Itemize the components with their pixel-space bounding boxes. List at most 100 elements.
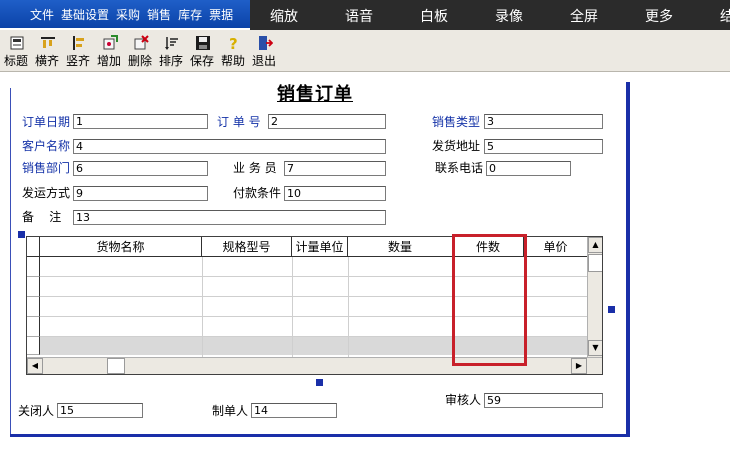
delete-button[interactable]: 删除 bbox=[126, 33, 156, 70]
title-button[interactable]: 标题 bbox=[2, 33, 32, 70]
row-selector[interactable] bbox=[27, 257, 40, 277]
scroll-right-arrow-icon[interactable]: ▶ bbox=[571, 358, 587, 374]
row-selector[interactable] bbox=[27, 317, 40, 337]
ship-address-label[interactable]: 发货地址 bbox=[432, 137, 480, 154]
voice-button[interactable]: 语音 bbox=[345, 6, 373, 26]
selection-handle[interactable] bbox=[608, 306, 615, 313]
app-window: 文件 基础设置 采购 销售 库存 票据 缩放 语音 白板 录像 全屏 更多 结 … bbox=[0, 0, 730, 454]
customer-field[interactable]: 4 bbox=[73, 139, 386, 154]
canvas-border-bottom bbox=[10, 434, 630, 437]
menu-purchase[interactable]: 采购 bbox=[116, 6, 140, 23]
row-selector[interactable] bbox=[27, 277, 40, 297]
ship-address-field[interactable]: 5 bbox=[484, 139, 603, 154]
align-horizontal-icon bbox=[40, 35, 56, 51]
payment-terms-field[interactable]: 10 bbox=[284, 186, 386, 201]
save-icon bbox=[195, 35, 211, 51]
order-no-label[interactable]: 订 单 号 bbox=[217, 113, 261, 130]
phone-field[interactable]: 0 bbox=[486, 161, 571, 176]
column-header-quantity[interactable]: 数量 bbox=[348, 237, 453, 257]
remote-control-bar: 缩放 语音 白板 录像 全屏 更多 结 bbox=[250, 0, 730, 30]
sort-button[interactable]: 排序 bbox=[157, 33, 187, 70]
table-row[interactable] bbox=[40, 257, 587, 277]
sales-dept-field[interactable]: 6 bbox=[73, 161, 208, 176]
zoom-button[interactable]: 缩放 bbox=[270, 6, 298, 26]
grid-divider bbox=[524, 257, 525, 357]
table-row[interactable] bbox=[40, 317, 587, 337]
customer-label[interactable]: 客户名称 bbox=[22, 137, 70, 154]
salesperson-label[interactable]: 业 务 员 bbox=[233, 159, 277, 176]
menu-file[interactable]: 文件 bbox=[30, 6, 54, 23]
sales-dept-label[interactable]: 销售部门 bbox=[22, 159, 70, 176]
grid-divider bbox=[202, 257, 203, 357]
help-icon: ? bbox=[226, 35, 242, 53]
fullscreen-button[interactable]: 全屏 bbox=[570, 6, 598, 26]
order-date-field[interactable]: 1 bbox=[73, 114, 208, 129]
horizontal-scrollbar[interactable]: ◀ ▶ bbox=[27, 357, 602, 374]
phone-label[interactable]: 联系电话 bbox=[435, 159, 483, 176]
table-row[interactable] bbox=[40, 277, 587, 297]
table-row[interactable] bbox=[40, 297, 587, 317]
scroll-left-arrow-icon[interactable]: ◀ bbox=[27, 358, 43, 374]
align-horizontal-button[interactable]: 横齐 bbox=[33, 33, 63, 70]
end-button[interactable]: 结 bbox=[720, 6, 730, 26]
exit-button[interactable]: 退出 bbox=[250, 33, 280, 70]
menu-inventory[interactable]: 库存 bbox=[178, 6, 202, 23]
title-icon bbox=[9, 35, 25, 51]
grid-divider bbox=[453, 257, 454, 357]
column-header-unit[interactable]: 计量单位 bbox=[292, 237, 348, 257]
closer-field[interactable]: 15 bbox=[57, 403, 143, 418]
ship-method-label[interactable]: 发运方式 bbox=[22, 184, 70, 201]
ship-method-field[interactable]: 9 bbox=[73, 186, 208, 201]
selection-handle[interactable] bbox=[18, 231, 25, 238]
row-selector[interactable] bbox=[27, 337, 40, 355]
table-row[interactable] bbox=[40, 337, 587, 355]
canvas-border-left bbox=[10, 88, 11, 436]
salesperson-field[interactable]: 7 bbox=[284, 161, 386, 176]
grid-divider bbox=[348, 257, 349, 357]
whiteboard-button[interactable]: 白板 bbox=[420, 6, 448, 26]
creator-field[interactable]: 14 bbox=[251, 403, 337, 418]
record-button[interactable]: 录像 bbox=[495, 6, 523, 26]
vertical-scrollbar[interactable]: ▲ ▼ bbox=[587, 237, 602, 357]
page-title[interactable]: 销售订单 bbox=[277, 80, 353, 106]
menu-sales[interactable]: 销售 bbox=[147, 6, 171, 23]
delete-icon bbox=[133, 35, 149, 51]
grid-corner bbox=[27, 237, 40, 257]
column-header-pieces[interactable]: 件数 bbox=[453, 237, 524, 257]
column-header-spec[interactable]: 规格型号 bbox=[202, 237, 292, 257]
exit-icon bbox=[257, 35, 274, 51]
order-no-field[interactable]: 2 bbox=[268, 114, 386, 129]
remark-label[interactable]: 备 注 bbox=[22, 208, 61, 225]
creator-label[interactable]: 制单人 bbox=[212, 402, 248, 419]
reviewer-field[interactable]: 59 bbox=[484, 393, 603, 408]
order-items-grid[interactable]: 货物名称 规格型号 计量单位 数量 件数 单价 ▲ ▼ ◀ ▶ bbox=[26, 236, 603, 375]
remark-field[interactable]: 13 bbox=[73, 210, 386, 225]
add-button[interactable]: 增加 bbox=[95, 33, 125, 70]
menu-bar: 文件 基础设置 采购 销售 库存 票据 bbox=[0, 0, 250, 28]
align-vertical-icon bbox=[71, 35, 87, 51]
menu-basic-settings[interactable]: 基础设置 bbox=[61, 6, 109, 23]
svg-text:?: ? bbox=[229, 35, 238, 51]
save-button[interactable]: 保存 bbox=[188, 33, 218, 70]
order-date-label[interactable]: 订单日期 bbox=[22, 113, 70, 130]
column-header-goods-name[interactable]: 货物名称 bbox=[40, 237, 202, 257]
grid-divider bbox=[292, 257, 293, 357]
sales-type-field[interactable]: 3 bbox=[484, 114, 603, 129]
scroll-down-arrow-icon[interactable]: ▼ bbox=[588, 340, 602, 356]
row-selector[interactable] bbox=[27, 297, 40, 317]
reviewer-label[interactable]: 审核人 bbox=[445, 391, 481, 408]
canvas-border-right bbox=[626, 82, 630, 437]
scroll-up-arrow-icon[interactable]: ▲ bbox=[588, 237, 602, 253]
payment-terms-label[interactable]: 付款条件 bbox=[233, 184, 281, 201]
help-button[interactable]: ? 帮助 bbox=[219, 33, 249, 70]
scroll-thumb[interactable] bbox=[107, 358, 125, 374]
menu-bills[interactable]: 票据 bbox=[209, 6, 233, 23]
scroll-thumb[interactable] bbox=[588, 254, 602, 272]
closer-label[interactable]: 关闭人 bbox=[18, 402, 54, 419]
sort-icon bbox=[164, 35, 180, 51]
selection-handle[interactable] bbox=[316, 379, 323, 386]
align-vertical-button[interactable]: 竖齐 bbox=[64, 33, 94, 70]
more-button[interactable]: 更多 bbox=[645, 6, 673, 26]
column-header-unit-price[interactable]: 单价 bbox=[524, 237, 587, 257]
sales-type-label[interactable]: 销售类型 bbox=[432, 113, 480, 130]
